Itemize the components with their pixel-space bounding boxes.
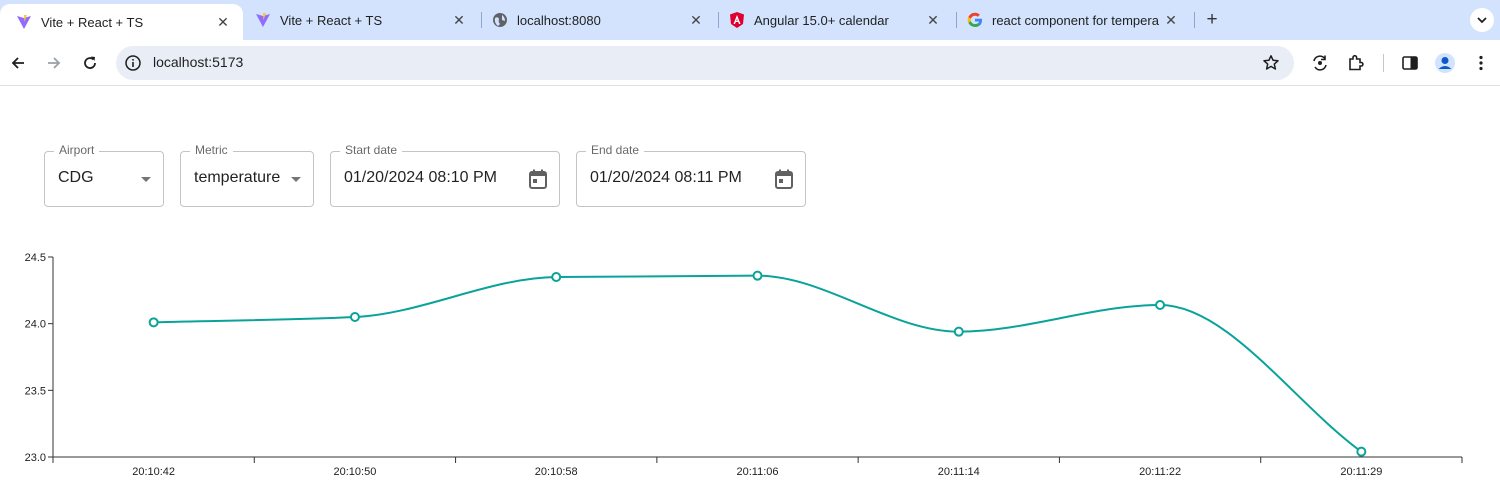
close-tab-icon[interactable]: ✕ bbox=[215, 14, 231, 30]
address-bar[interactable]: localhost:5173 bbox=[116, 46, 1294, 80]
avatar-icon bbox=[1435, 53, 1455, 73]
reload-icon bbox=[84, 56, 96, 69]
tab-title: react component for tempera bbox=[992, 12, 1159, 28]
end-date-value[interactable]: 01/20/2024 08:11 PM bbox=[590, 169, 742, 187]
data-point bbox=[148, 317, 159, 328]
airport-select[interactable]: Airport CDG bbox=[44, 143, 164, 207]
close-tab-icon[interactable]: ✕ bbox=[925, 12, 941, 28]
y-tick-label: 24.5 bbox=[25, 252, 46, 264]
x-tick-label: 20:11:14 bbox=[938, 466, 980, 478]
tab-localhost-8080[interactable]: localhost:8080 ✕ bbox=[476, 0, 716, 40]
tab-title: Angular 15.0+ calendar bbox=[754, 12, 889, 28]
side-panel-icon bbox=[1402, 56, 1418, 70]
tab-title: localhost:8080 bbox=[517, 12, 601, 28]
tab-vite-react-ts-active[interactable]: Vite + React + TS ✕ bbox=[0, 4, 243, 40]
extensions-button[interactable] bbox=[1344, 51, 1368, 75]
close-tab-icon[interactable]: ✕ bbox=[688, 12, 704, 28]
calendar-icon[interactable] bbox=[527, 168, 549, 190]
profile-button[interactable] bbox=[1433, 51, 1457, 75]
x-tick-label: 20:10:58 bbox=[535, 466, 578, 478]
kebab-menu-icon bbox=[1479, 55, 1483, 71]
x-tick-label: 20:10:50 bbox=[334, 466, 377, 478]
end-date-label: End date bbox=[586, 143, 645, 157]
y-tick-label: 23.5 bbox=[25, 385, 46, 397]
dropdown-arrow-icon bbox=[141, 177, 151, 182]
forward-button[interactable] bbox=[42, 51, 66, 75]
tab-title: Vite + React + TS bbox=[41, 14, 144, 30]
tab-strip: Vite + React + TS ✕ Vite + React + TS ✕ … bbox=[0, 0, 1500, 40]
tab-google-search[interactable]: react component for tempera ✕ bbox=[951, 0, 1191, 40]
sync-extension-button[interactable] bbox=[1308, 51, 1332, 75]
vite-icon bbox=[255, 12, 271, 28]
close-tab-icon[interactable]: ✕ bbox=[451, 12, 467, 28]
y-tick-label: 24.0 bbox=[25, 319, 46, 331]
globe-icon bbox=[492, 12, 508, 28]
vite-icon bbox=[16, 14, 32, 30]
bookmark-star-icon[interactable] bbox=[1262, 54, 1280, 72]
arrow-right-icon bbox=[48, 57, 61, 69]
metric-label: Metric bbox=[190, 143, 233, 157]
calendar-icon[interactable] bbox=[773, 168, 795, 190]
sync-icon bbox=[1313, 55, 1327, 71]
metric-select[interactable]: Metric temperature bbox=[180, 143, 314, 207]
tab-separator bbox=[1194, 12, 1195, 28]
x-tick-label: 20:11:22 bbox=[1139, 466, 1181, 478]
google-icon bbox=[967, 12, 983, 28]
data-point bbox=[1155, 300, 1166, 310]
back-button[interactable] bbox=[6, 51, 30, 75]
data-point bbox=[953, 326, 964, 337]
angular-icon bbox=[729, 12, 745, 28]
info-icon[interactable] bbox=[124, 54, 142, 72]
puzzle-icon bbox=[1349, 54, 1364, 71]
arrow-left-icon bbox=[11, 57, 24, 69]
temperature-line-chart: 23.0 23.5 24.0 24.5 20:10:42 20:10:50 20:10:58… bbox=[25, 252, 1463, 478]
browser-menu-button[interactable] bbox=[1469, 51, 1493, 75]
series-line bbox=[153, 274, 1362, 453]
start-date-picker[interactable]: Start date 01/20/2024 08:10 PM bbox=[330, 143, 560, 207]
browser-toolbar: localhost:5173 bbox=[0, 40, 1500, 86]
dropdown-arrow-icon bbox=[291, 177, 301, 182]
close-tab-icon[interactable]: ✕ bbox=[1163, 12, 1179, 28]
start-date-label: Start date bbox=[340, 143, 403, 157]
end-date-picker[interactable]: End date 01/20/2024 08:11 PM bbox=[576, 143, 806, 207]
airport-value: CDG bbox=[58, 169, 94, 186]
x-tick-label: 20:11:06 bbox=[736, 466, 778, 478]
tab-title: Vite + React + TS bbox=[280, 12, 383, 28]
x-tick-label: 20:11:29 bbox=[1340, 466, 1382, 478]
data-point bbox=[752, 270, 763, 281]
data-point bbox=[349, 312, 360, 322]
x-tick-label: 20:10:42 bbox=[132, 466, 175, 478]
side-panel-button[interactable] bbox=[1398, 51, 1422, 75]
chevron-down-icon bbox=[1477, 17, 1487, 24]
new-tab-button[interactable]: + bbox=[1201, 9, 1223, 31]
data-point bbox=[1356, 446, 1367, 457]
reload-button[interactable] bbox=[78, 51, 102, 75]
tab-vite-react-ts[interactable]: Vite + React + TS ✕ bbox=[239, 0, 479, 40]
tab-search-button[interactable] bbox=[1470, 8, 1494, 32]
tab-angular-calendar[interactable]: Angular 15.0+ calendar ✕ bbox=[713, 0, 953, 40]
airport-label: Airport bbox=[54, 143, 100, 157]
metric-value: temperature bbox=[194, 169, 281, 186]
toolbar-separator bbox=[1383, 54, 1384, 72]
start-date-value[interactable]: 01/20/2024 08:10 PM bbox=[344, 169, 497, 187]
data-point bbox=[551, 272, 562, 282]
y-tick-label: 23.0 bbox=[25, 452, 46, 464]
url-text[interactable]: localhost:5173 bbox=[153, 54, 243, 70]
